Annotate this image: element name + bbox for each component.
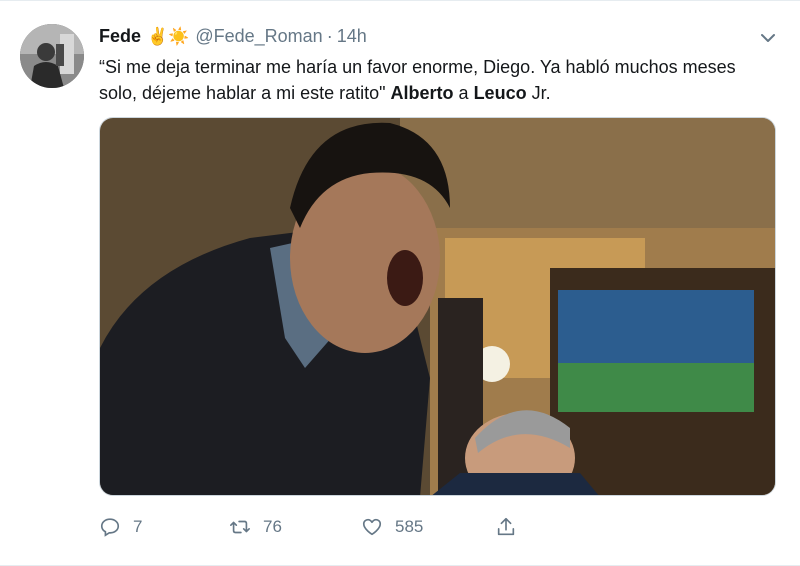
tweet-text-part: Jr.: [526, 83, 551, 103]
timestamp[interactable]: 14h: [337, 26, 367, 47]
chevron-down-icon[interactable]: [756, 26, 780, 50]
tweet-text: “Si me deja terminar me haría un favor e…: [99, 54, 749, 106]
mention-bold-alberto: Alberto: [390, 83, 454, 103]
share-icon: [497, 517, 515, 536]
name-emojis: ✌️☀️: [147, 26, 190, 46]
heart-icon: [362, 518, 382, 536]
reply-button[interactable]: 7: [99, 516, 142, 538]
retweet-button[interactable]: 76: [229, 516, 282, 538]
share-button[interactable]: [495, 516, 517, 538]
mention-bold-leuco: Leuco: [473, 83, 527, 103]
divider: [0, 0, 800, 1]
like-button[interactable]: 585: [361, 516, 423, 538]
tweet-photo[interactable]: [99, 117, 776, 496]
tweet-actions: 7 76 585: [99, 516, 519, 546]
tweet[interactable]: Fede ✌️☀️ @Fede_Roman · 14h “Si me deja …: [0, 0, 800, 566]
retweet-icon: [230, 520, 250, 534]
like-count: 585: [395, 517, 424, 536]
retweet-count: 76: [263, 517, 282, 536]
user-handle[interactable]: @Fede_Roman: [195, 26, 322, 47]
avatar[interactable]: [20, 24, 84, 88]
separator: ·: [326, 26, 333, 46]
display-name[interactable]: Fede: [99, 26, 141, 47]
photo-image: [100, 118, 775, 495]
tweet-text-part: a: [453, 83, 474, 103]
reply-count: 7: [133, 517, 143, 536]
tweet-header: Fede ✌️☀️ @Fede_Roman · 14h: [99, 26, 367, 47]
reply-icon: [100, 518, 120, 537]
